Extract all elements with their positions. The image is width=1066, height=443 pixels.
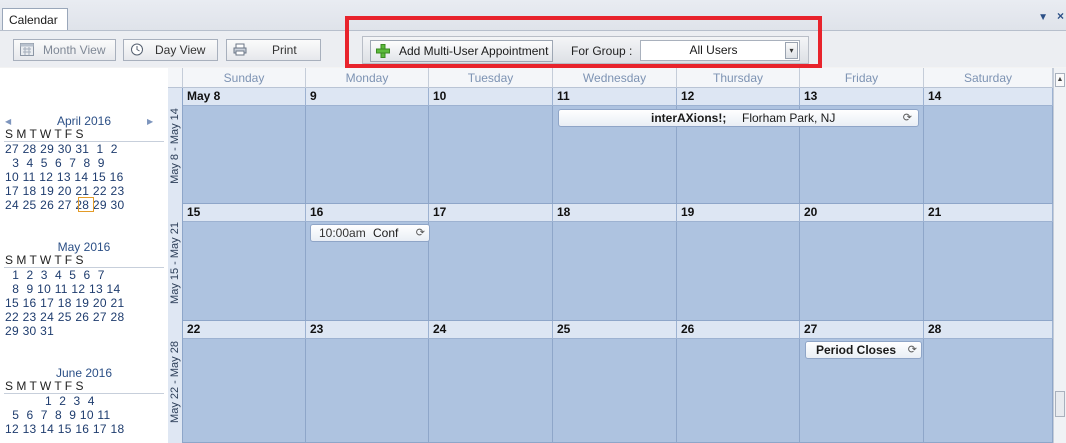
date-label: 11 [553,88,677,106]
date-label: 10 [429,88,553,106]
mini-calendar-title: May 2016 [57,240,111,254]
day-clock-icon [131,43,143,56]
printer-icon [233,43,247,56]
day-view-label: Day View [155,43,206,57]
scroll-up-icon[interactable]: ▲ [1055,73,1065,87]
week-row[interactable]: 29 30 31 [5,324,54,338]
date-label: 18 [553,204,677,222]
date-label: 13 [800,88,924,106]
day-cell[interactable] [306,321,429,443]
day-header-sunday: Sunday [183,68,306,88]
date-label: 26 [677,321,800,339]
month-view-button[interactable]: Month View [13,39,116,61]
week-label-2[interactable]: May 15 - May 21 [168,204,183,321]
week-row[interactable]: 22 23 24 25 26 27 28 [5,310,124,324]
today-marker [78,197,94,212]
week-row[interactable]: 5 6 7 8 9 10 11 [5,408,110,422]
date-label: 20 [800,204,924,222]
date-label: 24 [429,321,553,339]
calendar-window: Calendar ▼ × Month View Day View Print A… [0,0,1066,443]
date-label: 17 [429,204,553,222]
week-row[interactable]: 15 16 17 18 19 20 21 [5,296,124,310]
date-label: 9 [306,88,429,106]
month-view-label: Month View [43,43,106,57]
pin-dropdown-icon[interactable]: ▼ [1038,12,1048,23]
date-label: 27 [800,321,924,339]
highlight-annotation-box [345,16,822,68]
date-label: 22 [183,321,306,339]
week-label-text: May 22 - May 28 [169,341,181,423]
weekday-header: S M T W T F S [5,253,84,267]
week-row[interactable]: 3 4 5 6 7 8 9 [5,156,105,170]
day-cell[interactable] [924,321,1053,443]
print-button[interactable]: Print [226,39,321,61]
week-label-1[interactable]: May 8 - May 14 [168,88,183,204]
week-label-text: May 8 - May 14 [169,108,181,184]
scroll-thumb[interactable] [1055,391,1065,417]
day-header-monday: Monday [306,68,429,88]
date-label: 21 [924,204,1053,222]
appointment-period-closes[interactable]: Period Closes ⟳ [805,341,922,359]
week-row[interactable]: 17 18 19 20 21 22 23 [5,184,124,198]
tab-calendar[interactable]: Calendar [2,8,68,30]
appointment-title: Conf [373,226,399,240]
week-row[interactable]: 24 25 26 27 28 29 30 [5,198,124,212]
day-cell[interactable] [800,321,924,443]
date-label: 16 [306,204,429,222]
week-row[interactable]: 1 2 3 4 [5,394,95,408]
appointment-time: 10:00am [319,226,366,240]
date-label: 28 [924,321,1053,339]
recurrence-icon: ⟳ [415,227,425,239]
week-row-text: 27 28 29 30 31 1 2 [5,142,118,156]
day-header-thursday: Thursday [677,68,800,88]
day-cell[interactable] [553,321,677,443]
day-header-friday: Friday [800,68,924,88]
mini-calendar-title: April 2016 [56,114,112,128]
mini-calendar-pane: ◀ ▶ April 2016 S M T W T F S 27 28 29 30… [0,68,169,443]
week-label-3[interactable]: May 22 - May 28 [168,321,183,443]
weekday-header: S M T W T F S [5,379,84,393]
appointment-location: Florham Park, NJ [742,111,836,125]
appointment-title: interAXions!; [651,111,727,125]
week-row[interactable]: 8 9 10 11 12 13 14 [5,282,121,296]
weekday-header: S M T W T F S [5,127,84,141]
close-icon[interactable]: × [1057,9,1064,23]
week-row[interactable]: 10 11 12 13 14 15 16 [5,170,124,184]
date-label: 23 [306,321,429,339]
corner-header [168,68,183,88]
mini-calendar-title: June 2016 [55,366,113,380]
appointment-interaxions[interactable]: interAXions!; Florham Park, NJ ⟳ [558,109,919,127]
day-header-tuesday: Tuesday [429,68,553,88]
day-header-wednesday: Wednesday [553,68,677,88]
date-label: May 8 [183,88,306,106]
appointment-title: Period Closes [816,343,897,357]
date-label: 14 [924,88,1053,106]
week-row[interactable]: 12 13 14 15 16 17 18 [5,422,124,436]
day-cell[interactable] [183,321,306,443]
recurrence-icon: ⟳ [902,112,912,124]
recurrence-icon: ⟳ [907,344,917,356]
week-row[interactable]: 27 28 29 30 31 1 2 [5,142,118,156]
month-grid: Sunday Monday Tuesday Wednesday Thursday… [168,68,1053,443]
print-label: Print [272,43,297,57]
day-header-saturday: Saturday [924,68,1053,88]
day-cell[interactable] [677,321,800,443]
date-label: 25 [553,321,677,339]
month-calendar-icon [20,43,34,56]
appointment-conf[interactable]: 10:00am Conf ⟳ [310,224,430,242]
week-label-text: May 15 - May 21 [169,221,181,304]
day-cell[interactable] [429,321,553,443]
date-label: 15 [183,204,306,222]
day-view-button[interactable]: Day View [123,39,218,61]
date-label: 12 [677,88,800,106]
week-row[interactable]: 1 2 3 4 5 6 7 [5,268,105,282]
date-label: 19 [677,204,800,222]
vertical-scrollbar[interactable]: ▲ [1053,68,1066,443]
